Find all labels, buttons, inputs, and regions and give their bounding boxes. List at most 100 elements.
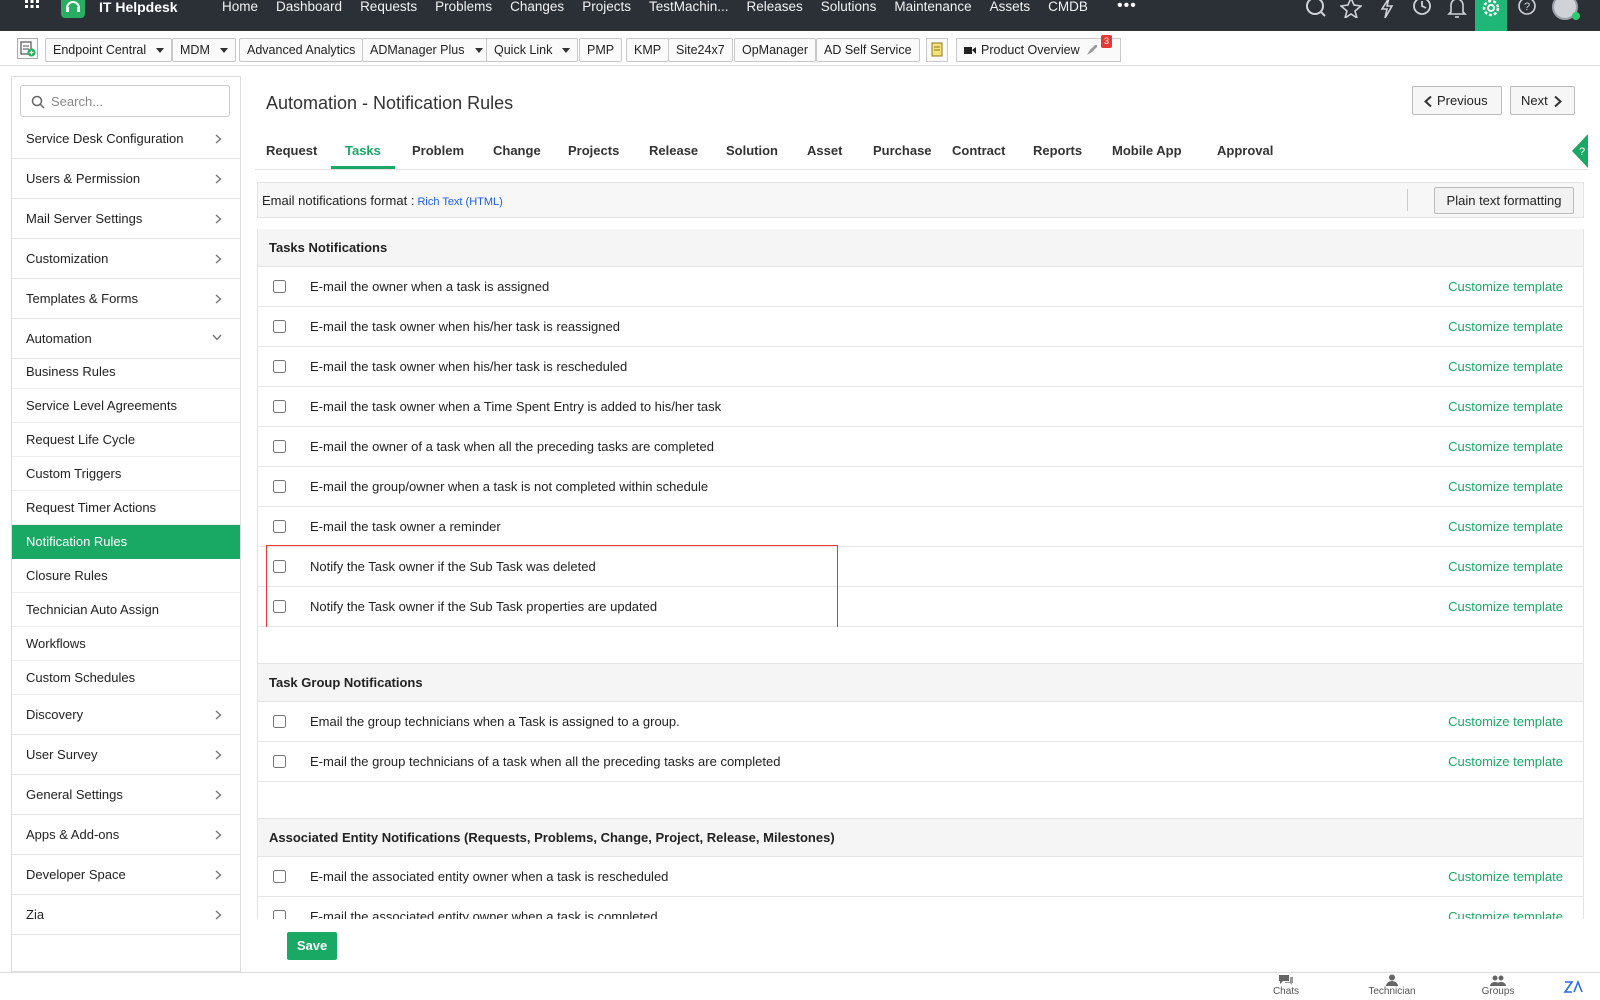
- notification-checkbox[interactable]: [273, 280, 286, 293]
- app-grid-icon[interactable]: [22, 0, 42, 14]
- customize-template-link[interactable]: Customize template: [1448, 467, 1563, 507]
- quicklink-kmp[interactable]: KMP: [626, 38, 670, 62]
- sidebar-item-service-desk-configuration[interactable]: Service Desk Configuration: [12, 119, 240, 159]
- technician-button[interactable]: Technician: [1362, 974, 1422, 997]
- rocket-icon[interactable]: [1085, 43, 1099, 57]
- sidebar-item-customization[interactable]: Customization: [12, 239, 240, 279]
- sidebar-item-templates-forms[interactable]: Templates & Forms: [12, 279, 240, 319]
- chevron-down-icon[interactable]: [156, 48, 165, 54]
- customize-template-link[interactable]: Customize template: [1448, 587, 1563, 627]
- sidebar-item-zia[interactable]: Zia: [12, 895, 240, 935]
- add-incident-icon[interactable]: [1340, 0, 1362, 18]
- sidebar-item-user-survey[interactable]: User Survey: [12, 735, 240, 775]
- topnav-assets[interactable]: Assets: [990, 0, 1031, 14]
- sidebar-item-general-settings[interactable]: General Settings: [12, 775, 240, 815]
- quicklink-site24x7[interactable]: Site24x7: [668, 38, 733, 62]
- notification-checkbox[interactable]: [273, 440, 286, 453]
- sidebar-item-apps-add-ons[interactable]: Apps & Add-ons: [12, 815, 240, 855]
- tab-contract[interactable]: Contract: [952, 132, 1005, 169]
- customize-template-link[interactable]: Customize template: [1448, 742, 1563, 782]
- sidebar-item-automation[interactable]: Automation: [12, 319, 240, 359]
- sidebar-subitem-business-rules[interactable]: Business Rules: [12, 355, 240, 389]
- notification-checkbox[interactable]: [273, 320, 286, 333]
- topnav-home[interactable]: Home: [222, 0, 258, 14]
- notification-checkbox[interactable]: [273, 910, 286, 919]
- tab-mobile-app[interactable]: Mobile App: [1112, 132, 1182, 169]
- customize-template-link[interactable]: Customize template: [1448, 347, 1563, 387]
- tab-projects[interactable]: Projects: [568, 132, 619, 169]
- helpdesk-logo-icon[interactable]: [61, 0, 85, 18]
- notification-checkbox[interactable]: [273, 755, 286, 768]
- save-button[interactable]: Save: [287, 932, 337, 960]
- sidebar-item-mail-server-settings[interactable]: Mail Server Settings: [12, 199, 240, 239]
- notification-checkbox[interactable]: [273, 870, 286, 883]
- topnav-projects[interactable]: Projects: [582, 0, 631, 14]
- notification-checkbox[interactable]: [273, 715, 286, 728]
- topnav-requests[interactable]: Requests: [360, 0, 417, 14]
- tab-asset[interactable]: Asset: [807, 132, 842, 169]
- tab-problem[interactable]: Problem: [412, 132, 464, 169]
- sidebar-subitem-notification-rules[interactable]: Notification Rules: [12, 525, 240, 559]
- sidebar-subitem-technician-auto-assign[interactable]: Technician Auto Assign: [12, 593, 240, 627]
- topnav-changes[interactable]: Changes: [510, 0, 564, 14]
- email-format-value-link[interactable]: Rich Text (HTML): [417, 196, 502, 208]
- topnav-testmachin[interactable]: TestMachin...: [649, 0, 729, 14]
- sidebar-subitem-request-timer-actions[interactable]: Request Timer Actions: [12, 491, 240, 525]
- quicklink-admanager-plus[interactable]: ADManager Plus: [362, 38, 491, 62]
- quicklink-ad-self-service[interactable]: AD Self Service: [816, 38, 920, 62]
- new-request-icon[interactable]: [17, 38, 38, 59]
- plain-text-formatting-button[interactable]: Plain text formatting: [1434, 187, 1574, 214]
- customize-template-link[interactable]: Customize template: [1448, 387, 1563, 427]
- topnav-dashboard[interactable]: Dashboard: [276, 0, 342, 14]
- app-title[interactable]: IT Helpdesk: [99, 0, 178, 14]
- tab-purchase[interactable]: Purchase: [873, 132, 932, 169]
- help-icon[interactable]: ?: [1516, 0, 1538, 18]
- notification-checkbox[interactable]: [273, 600, 286, 613]
- history-icon[interactable]: [1411, 0, 1433, 18]
- notification-checkbox[interactable]: [273, 520, 286, 533]
- notification-checkbox[interactable]: [273, 480, 286, 493]
- sidebar-subitem-closure-rules[interactable]: Closure Rules: [12, 559, 240, 593]
- tab-approval[interactable]: Approval: [1217, 132, 1273, 169]
- quicklink-advanced-analytics[interactable]: Advanced Analytics: [239, 38, 364, 62]
- customize-template-link[interactable]: Customize template: [1448, 897, 1563, 919]
- tab-tasks[interactable]: Tasks: [331, 132, 395, 169]
- notifications-bell-icon[interactable]: [1446, 0, 1468, 18]
- sidebar-item-users-permission[interactable]: Users & Permission: [12, 159, 240, 199]
- help-flag-icon[interactable]: ?: [1568, 134, 1588, 168]
- chats-button[interactable]: Chats: [1256, 974, 1316, 997]
- sidebar-subitem-request-life-cycle[interactable]: Request Life Cycle: [12, 423, 240, 457]
- tab-reports[interactable]: Reports: [1033, 132, 1082, 169]
- notification-list[interactable]: Tasks Notifications E-mail the owner when…: [257, 229, 1584, 919]
- notification-checkbox[interactable]: [273, 400, 286, 413]
- quicklink-endpoint-central[interactable]: Endpoint Central: [45, 38, 173, 62]
- settings-gear-icon[interactable]: [1475, 0, 1507, 32]
- quicklink-pmp[interactable]: PMP: [579, 38, 623, 62]
- sidebar-subitem-service-level-agreements[interactable]: Service Level Agreements: [12, 389, 240, 423]
- customize-template-link[interactable]: Customize template: [1448, 857, 1563, 897]
- quicklink-mdm[interactable]: MDM: [172, 38, 236, 62]
- tab-change[interactable]: Change: [493, 132, 541, 169]
- topnav-cmdb[interactable]: CMDB: [1048, 0, 1088, 14]
- groups-button[interactable]: Groups: [1468, 974, 1528, 997]
- customize-template-link[interactable]: Customize template: [1448, 702, 1563, 742]
- chevron-down-icon[interactable]: [474, 48, 483, 54]
- topnav-solutions[interactable]: Solutions: [821, 0, 877, 14]
- tab-solution[interactable]: Solution: [726, 132, 778, 169]
- zia-assistant-icon[interactable]: [1563, 979, 1585, 995]
- quicklink-quick-link[interactable]: Quick Link: [486, 38, 579, 62]
- notification-checkbox[interactable]: [273, 560, 286, 573]
- tab-request[interactable]: Request: [266, 132, 317, 169]
- next-button[interactable]: Next: [1510, 86, 1575, 115]
- tab-release[interactable]: Release: [649, 132, 698, 169]
- customize-template-link[interactable]: Customize template: [1448, 307, 1563, 347]
- more-menu-icon[interactable]: •••: [1117, 0, 1137, 14]
- customize-template-link[interactable]: Customize template: [1448, 427, 1563, 467]
- customize-template-link[interactable]: Customize template: [1448, 507, 1563, 547]
- customize-template-link[interactable]: Customize template: [1448, 267, 1563, 307]
- chevron-down-icon[interactable]: [562, 48, 571, 54]
- sidebar-item-discovery[interactable]: Discovery: [12, 695, 240, 735]
- topnav-problems[interactable]: Problems: [435, 0, 492, 14]
- sidebar-search-input[interactable]: [51, 91, 221, 111]
- customize-template-link[interactable]: Customize template: [1448, 547, 1563, 587]
